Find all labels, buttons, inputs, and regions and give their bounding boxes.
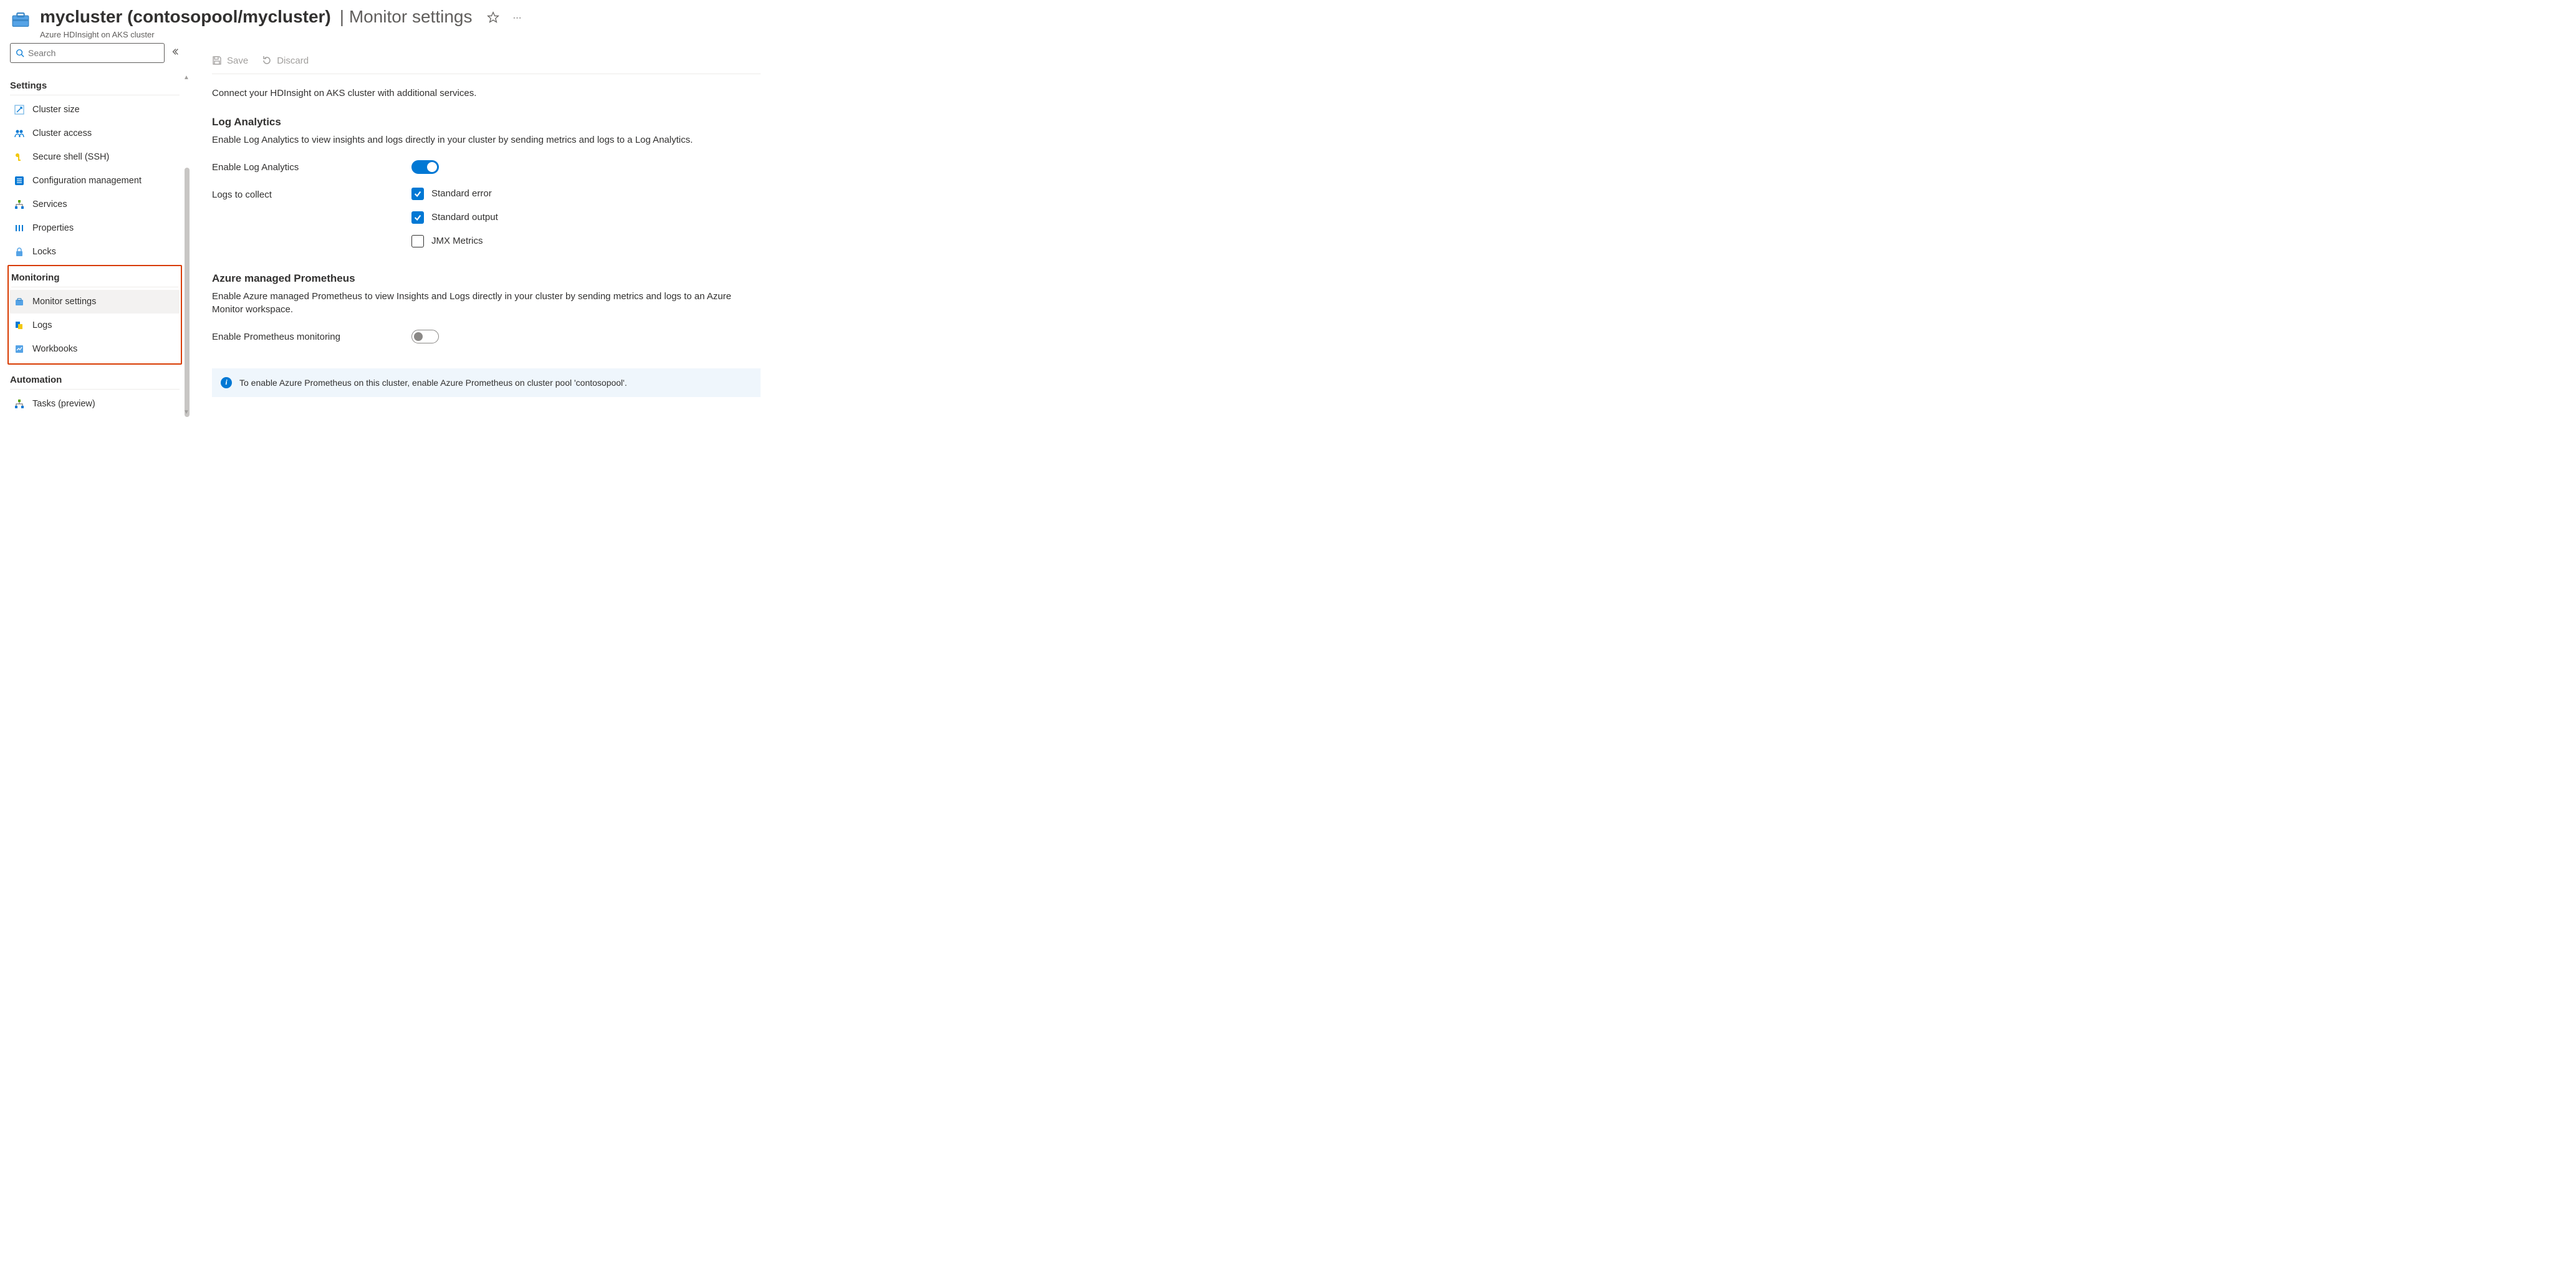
sidebar-item-label: Logs [32,320,52,330]
sidebar-search[interactable] [10,43,165,63]
sidebar-item-label: Secure shell (SSH) [32,152,109,162]
enable-prometheus-label: Enable Prometheus monitoring [212,330,411,342]
command-bar: Save Discard [212,55,761,74]
section-automation: Automation [10,368,180,390]
sidebar-item-label: Properties [32,223,74,233]
hierarchy-icon [14,199,25,210]
page-header: mycluster (contosopool/mycluster) | Moni… [0,0,2576,43]
favorite-button[interactable] [487,11,499,24]
log-analytics-title: Log Analytics [212,116,761,128]
key-icon [14,151,25,163]
discard-button[interactable]: Discard [262,55,309,66]
sidebar-item-tasks[interactable]: Tasks (preview) [10,392,180,416]
banner-text: To enable Azure Prometheus on this clust… [239,378,627,388]
enable-log-analytics-toggle[interactable] [411,160,439,174]
workbook-icon [14,343,25,355]
checkbox-jmx-metrics[interactable] [411,235,424,247]
intro-text: Connect your HDInsight on AKS cluster wi… [212,88,761,98]
sidebar-item-label: Configuration management [32,176,142,186]
checkbox-standard-error[interactable] [411,188,424,200]
log-analytics-desc: Enable Log Analytics to view insights an… [212,133,761,146]
content-pane: Save Discard Connect your HDInsight on A… [187,43,786,416]
resize-icon [14,104,25,115]
enable-log-analytics-label: Enable Log Analytics [212,160,411,173]
scroll-thumb[interactable] [185,168,190,417]
header-title-block: mycluster (contosopool/mycluster) | Moni… [40,6,472,39]
bars-icon [14,223,25,234]
collapse-sidebar-button[interactable] [171,47,180,58]
resource-icon [10,9,31,30]
save-button[interactable]: Save [212,55,248,66]
sidebar-item-label: Locks [32,247,56,257]
monitoring-section-highlight: Monitoring Monitor settings Logs [7,265,182,365]
sidebar-item-workbooks[interactable]: Workbooks [10,337,180,361]
prometheus-desc: Enable Azure managed Prometheus to view … [212,290,761,316]
sidebar-item-label: Cluster access [32,128,92,138]
sidebar-item-properties[interactable]: Properties [10,216,180,240]
search-input[interactable] [28,48,159,58]
sidebar-item-logs[interactable]: Logs [10,314,180,337]
sidebar-item-cluster-size[interactable]: Cluster size [10,98,180,122]
sidebar-item-monitor-settings[interactable]: Monitor settings [10,290,180,314]
sidebar-item-configuration-management[interactable]: Configuration management [10,169,180,193]
tasks-icon [14,398,25,410]
checkbox-label: JMX Metrics [431,236,483,246]
sidebar-item-label: Cluster size [32,105,80,115]
enable-prometheus-toggle[interactable] [411,330,439,343]
sidebar-item-label: Monitor settings [32,297,96,307]
save-label: Save [227,55,248,66]
sidebar-item-cluster-access[interactable]: Cluster access [10,122,180,145]
lock-icon [14,246,25,257]
scroll-down-arrow[interactable]: ▼ [183,409,190,416]
logs-to-collect-label: Logs to collect [212,188,411,200]
section-settings: Settings [10,74,180,95]
prometheus-info-banner: i To enable Azure Prometheus on this clu… [212,368,761,397]
sidebar-item-services[interactable]: Services [10,193,180,216]
prometheus-title: Azure managed Prometheus [212,272,761,285]
page-title: Monitor settings [349,7,473,26]
info-icon: i [221,377,232,388]
sidebar: Settings Cluster size Cluster access Sec… [0,43,187,416]
discard-label: Discard [277,55,309,66]
briefcase-icon [14,296,25,307]
sidebar-item-label: Tasks (preview) [32,399,95,409]
resource-type: Azure HDInsight on AKS cluster [40,30,472,39]
resource-title: mycluster (contosopool/mycluster) [40,6,331,27]
sidebar-scrollbar[interactable]: ▲ ▼ [185,80,190,410]
checkbox-label: Standard error [431,188,492,199]
sidebar-item-label: Workbooks [32,344,77,354]
people-icon [14,128,25,139]
sidebar-item-secure-shell[interactable]: Secure shell (SSH) [10,145,180,169]
section-monitoring: Monitoring [11,266,178,287]
checkbox-standard-output[interactable] [411,211,424,224]
checkbox-label: Standard output [431,212,498,223]
checklist-icon [14,175,25,186]
sidebar-item-label: Services [32,199,67,209]
logs-icon [14,320,25,331]
sidebar-item-locks[interactable]: Locks [10,240,180,264]
more-actions-button[interactable]: ⋯ [511,11,523,24]
scroll-up-arrow[interactable]: ▲ [183,74,190,81]
